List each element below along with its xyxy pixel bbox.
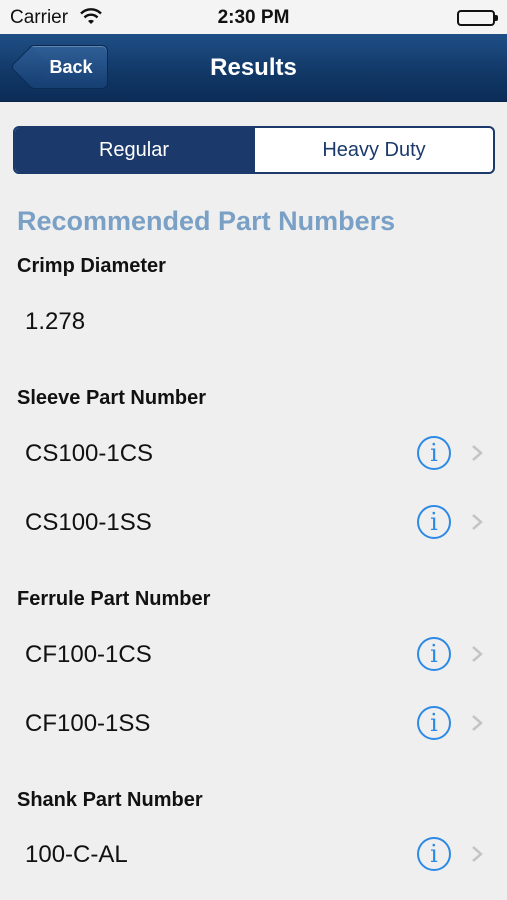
part-number: CF100-1CS: [25, 641, 152, 668]
part-number: CS100-1CS: [25, 440, 154, 467]
status-time: 2:30 PM: [217, 7, 290, 28]
crimp-diameter-value: 1.278: [25, 308, 86, 335]
segment-heavy-duty[interactable]: Heavy Duty: [253, 128, 493, 172]
chevron-right-icon: [472, 514, 483, 530]
battery-icon: [457, 10, 498, 26]
chevron-right-icon: [472, 846, 483, 862]
list-item[interactable]: CS100-1SS i: [0, 495, 507, 551]
part-number: CF100-1SS: [25, 710, 151, 737]
chevron-right-icon: [472, 715, 483, 731]
info-circle-icon[interactable]: i: [417, 436, 451, 470]
back-button-label: Back: [49, 56, 93, 77]
info-circle-icon[interactable]: i: [417, 706, 451, 740]
sleeve-part-label: Sleeve Part Number: [17, 387, 206, 409]
info-circle-icon[interactable]: i: [417, 637, 451, 671]
chevron-right-icon: [472, 646, 483, 662]
segment-regular[interactable]: Regular: [15, 128, 253, 172]
part-number: CS100-1SS: [25, 509, 152, 536]
part-number: 100-C-AL: [25, 841, 128, 868]
ferrule-part-label: Ferrule Part Number: [17, 588, 211, 610]
duty-segmented-control: Regular Heavy Duty: [13, 126, 495, 174]
info-circle-icon[interactable]: i: [417, 505, 451, 539]
status-bar: Carrier 2:30 PM: [0, 0, 507, 34]
info-circle-icon[interactable]: i: [417, 837, 451, 871]
list-item[interactable]: 100-C-AL i: [0, 827, 507, 883]
chevron-right-icon: [472, 445, 483, 461]
crimp-diameter-label: Crimp Diameter: [17, 255, 166, 277]
list-item[interactable]: CF100-1SS i: [0, 696, 507, 752]
list-item[interactable]: CS100-1CS i: [0, 426, 507, 482]
list-item[interactable]: CF100-1CS i: [0, 627, 507, 683]
shank-part-label: Shank Part Number: [17, 789, 203, 811]
section-title: Recommended Part Numbers: [17, 206, 396, 236]
